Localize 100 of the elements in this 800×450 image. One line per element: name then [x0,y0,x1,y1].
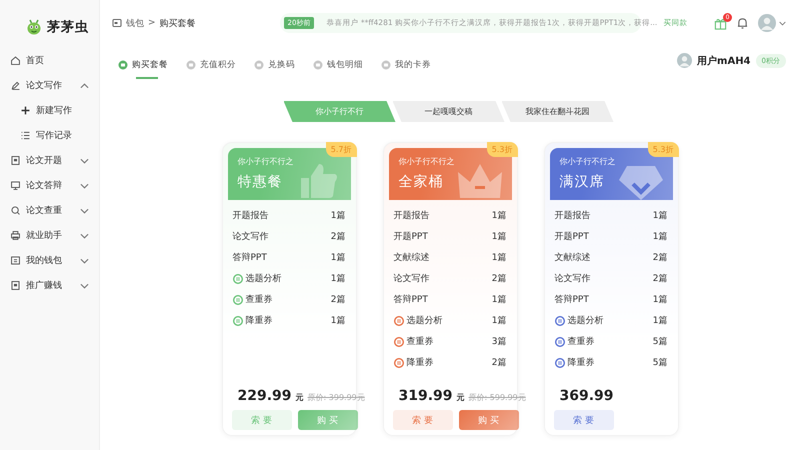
item-name: 降重券 [568,356,594,369]
item-count: 1篇 [492,294,506,306]
sidebar-item[interactable]: 我的钱包 [0,248,99,273]
item-name: 开题PPT [554,230,589,243]
item-count: 2篇 [330,230,346,243]
sidebar-item[interactable]: 论文开题 [0,148,99,173]
package-tab[interactable]: 我家住在翻斗花园 [502,101,614,122]
item-name: 开题报告 [554,210,590,222]
coupon-icon [394,336,404,346]
wallet-tab[interactable]: 我的卡券 [381,59,431,78]
item-count: 5篇 [652,356,668,369]
chevron-up-icon [80,82,89,88]
discount-badge: 5.3折 [648,142,678,157]
tab-icon [186,60,196,70]
item-count: 1篇 [330,252,346,264]
submenu-item[interactable]: 写作记录 [0,123,99,148]
item-count: 1篇 [492,314,506,327]
wallet-icon [10,255,21,266]
breadcrumb-separator: > [148,18,156,28]
bell-icon[interactable] [737,17,748,29]
breadcrumb-link[interactable]: 钱包 [126,16,144,30]
document-icon [10,280,21,291]
wallet-tab[interactable]: 钱包明细 [313,59,363,78]
discount-badge: 5.7折 [326,142,356,157]
sidebar-item[interactable]: 论文查重 [0,198,99,223]
item-count: 1篇 [652,314,668,327]
sidebar-item[interactable]: 首页 [0,48,99,73]
wallet-tab[interactable]: 兑换码 [254,59,295,78]
sidebar-item[interactable]: 论文写作 [0,73,99,98]
item-count: 5篇 [652,336,668,348]
item-name: 开题报告 [394,210,430,222]
document-icon [10,155,21,166]
price-unit: 元 [296,392,304,403]
chevron-down-icon [80,232,89,238]
price-unit: 元 [456,392,465,403]
coupon-icon [394,316,404,326]
coupon-icon [232,294,242,304]
chevron-down-icon [80,258,89,264]
price-value: 319.99 [398,388,453,404]
chevron-down-icon [80,182,89,188]
tab-icon [381,60,391,70]
coupon-icon [554,358,564,368]
item-name: 文献综述 [554,252,590,264]
bug-mascot-icon [26,19,42,35]
item-name: 开题报告 [232,210,268,222]
home-icon [10,55,21,66]
item-count: 1篇 [492,210,506,222]
item-name: 文献综述 [394,252,430,264]
item-count: 1篇 [652,230,668,243]
sidebar-item[interactable]: 推广赚钱 [0,273,99,298]
coupon-icon [554,336,564,346]
search-icon [10,205,21,216]
item-count: 2篇 [652,252,668,264]
logo-text: 茅茅虫 [47,19,89,36]
item-count: 2篇 [652,272,668,285]
item-count: 1篇 [330,314,346,327]
item-name: 论文写作 [394,272,430,285]
chevron-down-icon [80,208,89,214]
card-title: 满汉席 [560,173,606,191]
coupon-icon [232,274,242,284]
card-subtitle: 你小子行不行之 [238,156,294,167]
price-value: 369.99 [560,388,614,404]
chevron-down-icon[interactable] [779,20,786,26]
user-name: 用户mAH4 [697,54,751,68]
item-name: 论文写作 [554,272,590,285]
item-name: 查重券 [246,294,272,306]
breadcrumb-current: 购买套餐 [160,18,196,30]
card-title: 特惠餐 [238,173,284,191]
chevron-down-icon [80,158,89,164]
item-count: 1篇 [652,294,668,306]
item-name: 论文写作 [232,230,268,243]
list-icon [20,130,31,141]
monitor-icon [10,180,21,191]
item-name: 降重券 [406,356,434,369]
coupon-icon [232,316,242,326]
card-subtitle: 你小子行不行之 [560,156,616,167]
coupon-icon [554,316,564,326]
item-count: 2篇 [330,294,346,306]
card-subtitle: 你小子行不行之 [398,156,456,167]
avatar-icon [677,53,692,68]
tab-icon [313,60,323,70]
item-count: 1篇 [492,252,506,264]
gift-icon[interactable] [714,16,727,30]
item-count: 1篇 [330,210,346,222]
sidebar-item[interactable]: 就业助手 [0,223,99,248]
package-tab[interactable]: 一起嘎嘎交稿 [392,101,504,122]
item-name: 答辩PPT [394,294,428,306]
item-count: 1篇 [330,272,346,285]
wallet-tab[interactable]: 充值积分 [186,59,236,78]
submenu-item[interactable]: 新建写作 [0,98,99,123]
request-button[interactable]: 索 要 [554,410,614,430]
pen-icon [10,80,21,91]
price-value: 229.99 [238,388,292,404]
item-name: 选题分析 [246,272,282,285]
item-name: 选题分析 [568,314,604,327]
item-count: 2篇 [492,356,506,369]
wallet-tab[interactable]: 购买套餐 [118,59,168,78]
item-count: 3篇 [492,336,506,348]
sidebar-item[interactable]: 论文答辩 [0,173,99,198]
item-name: 选题分析 [406,314,442,327]
